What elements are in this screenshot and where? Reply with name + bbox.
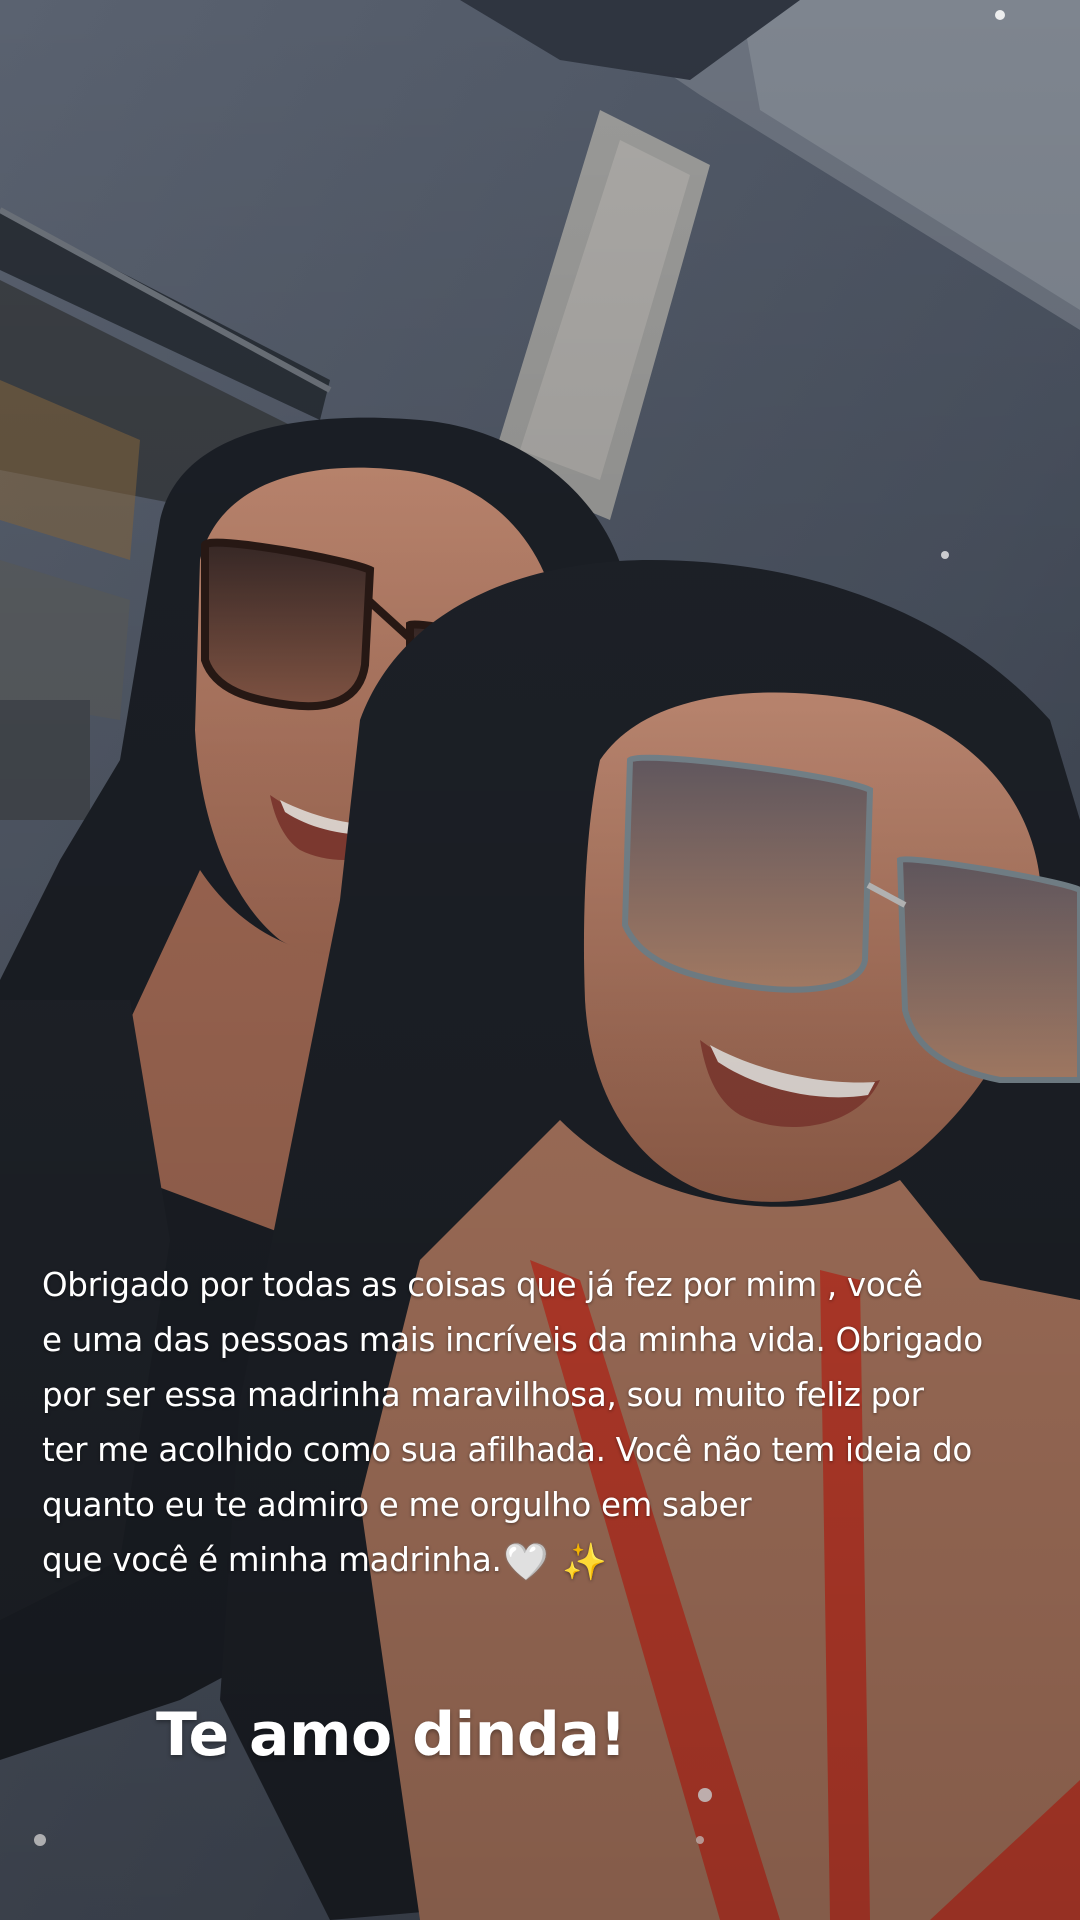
story-caption: Obrigado por todas as coisas que já fez … [42,1258,1052,1590]
caption-line: por ser essa madrinha maravilhosa, sou m… [42,1376,924,1414]
caption-line: quanto eu te admiro e me orgulho em sabe… [42,1486,752,1524]
caption-last-line: que você é minha madrinha.🤍 ✨ [42,1533,1052,1590]
story-headline: Te amo dinda! [156,1700,627,1770]
caption-line: que você é minha madrinha. [42,1541,502,1579]
caption-line: ter me acolhido como sua afilhada. Você … [42,1431,973,1469]
sparkles-icon: ✨ [562,1542,607,1583]
caption-line: e uma das pessoas mais incríveis da minh… [42,1321,983,1359]
background-photo [0,0,1080,1920]
white-heart-icon: 🤍 [503,1542,549,1583]
caption-line: Obrigado por todas as coisas que já fez … [42,1266,923,1304]
